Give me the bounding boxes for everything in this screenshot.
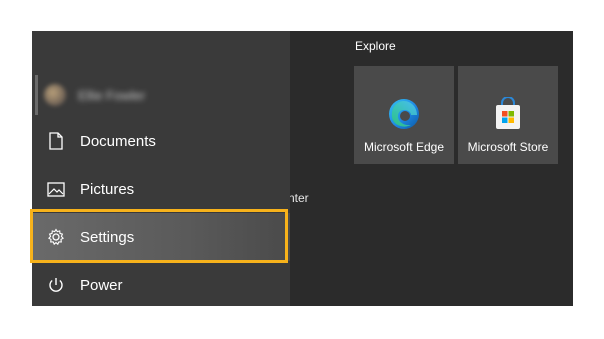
explore-group: Explore Microsoft Edge Microsoft Store: [354, 31, 573, 306]
tile-label: Microsoft Store: [467, 140, 549, 154]
store-icon: [491, 96, 525, 131]
sidebar-item-label: Pictures: [80, 180, 135, 198]
document-icon: [46, 131, 66, 151]
background-text: nter: [288, 191, 309, 205]
sidebar-item-power[interactable]: Power: [32, 261, 290, 306]
sidebar-item-documents[interactable]: Documents: [32, 117, 290, 165]
power-icon: [46, 275, 66, 295]
highlight-frame: [30, 209, 288, 263]
user-name: Ellie Fowler: [78, 87, 146, 103]
avatar: [44, 84, 66, 106]
tile-label: Microsoft Edge: [363, 140, 445, 154]
sidebar-user-account[interactable]: Ellie Fowler: [32, 71, 290, 119]
edge-icon: [387, 97, 421, 131]
sidebar-item-label: Documents: [80, 132, 156, 150]
group-title: Explore: [355, 39, 396, 53]
start-menu: nter Ellie Fowler Documents Pictures Set…: [32, 31, 573, 306]
sidebar-item-label: Power: [80, 276, 123, 294]
pictures-icon: [46, 179, 66, 199]
sidebar-item-pictures[interactable]: Pictures: [32, 165, 290, 213]
tile-microsoft-edge[interactable]: Microsoft Edge: [354, 66, 454, 164]
tile-microsoft-store[interactable]: Microsoft Store: [458, 66, 558, 164]
start-sidebar: Ellie Fowler Documents Pictures Settings…: [32, 31, 290, 306]
